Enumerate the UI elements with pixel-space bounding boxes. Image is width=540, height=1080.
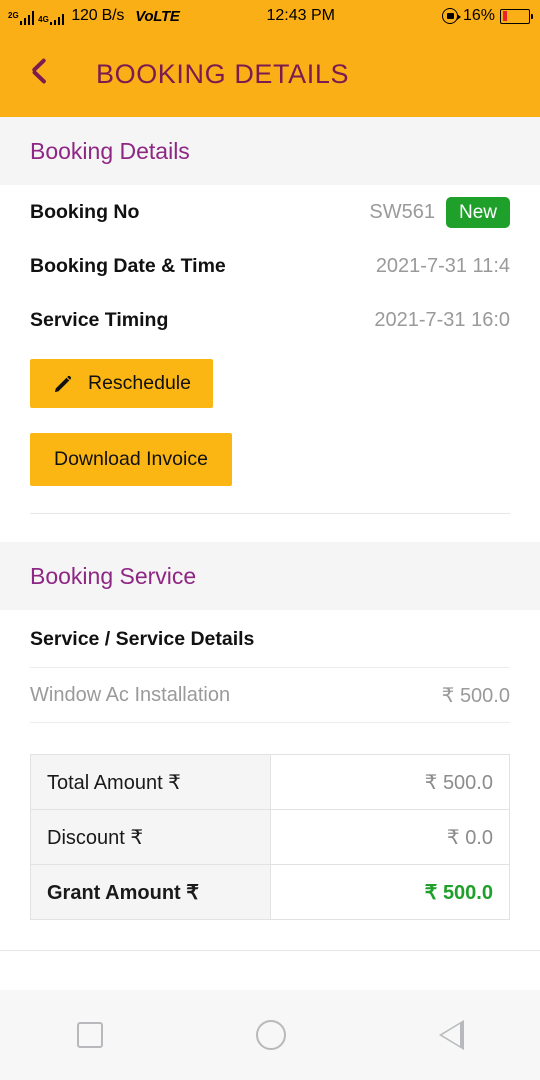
volte-label: VoLTE bbox=[135, 8, 180, 25]
service-timing-value: 2021-7-31 16:0 bbox=[374, 308, 510, 331]
section-title: Booking Details bbox=[30, 137, 190, 164]
section-title: Booking Service bbox=[30, 562, 197, 589]
amount-summary-table: Total Amount ₹ ₹ 500.0 Discount ₹ ₹ 0.0 … bbox=[30, 754, 510, 920]
service-item-name: Window Ac Installation bbox=[30, 683, 231, 706]
status-bar-left: 2G 4G 120 B/s VoLTE bbox=[8, 7, 180, 25]
booking-no-row: Booking No SW561 New bbox=[30, 185, 510, 239]
grant-amount-value: ₹ 500.0 bbox=[270, 864, 510, 920]
service-item-amount: ₹ 500.0 bbox=[441, 684, 510, 707]
table-row: Grant Amount ₹ ₹ 500.0 bbox=[30, 864, 510, 920]
booking-details-section-header: Booking Details bbox=[0, 117, 540, 185]
back-chevron-icon[interactable] bbox=[26, 60, 56, 90]
booking-date-time-row: Booking Date & Time 2021-7-31 11:4 bbox=[30, 239, 510, 293]
booking-details-panel: Booking No SW561 New Booking Date & Time… bbox=[0, 185, 540, 514]
booking-no-label: Booking No bbox=[30, 200, 140, 223]
reschedule-button-label: Reschedule bbox=[88, 372, 191, 394]
download-invoice-button[interactable]: Download Invoice bbox=[30, 433, 232, 486]
network-type-4g-label: 4G bbox=[38, 15, 49, 24]
table-row: Total Amount ₹ ₹ 500.0 bbox=[30, 754, 510, 810]
network-type-2g-label: 2G bbox=[8, 11, 19, 20]
action-buttons: Reschedule Download Invoice bbox=[30, 347, 510, 486]
booking-no-value-group: SW561 New bbox=[369, 196, 510, 228]
pencil-icon bbox=[52, 373, 74, 395]
section-gap bbox=[0, 514, 540, 542]
service-table-header: Service / Service Details bbox=[30, 628, 255, 650]
page-title: BOOKING DETAILS bbox=[96, 59, 350, 89]
signal-2-icon: 4G bbox=[38, 14, 65, 25]
rotation-lock-icon bbox=[441, 8, 461, 24]
discount-label: Discount ₹ bbox=[30, 809, 271, 865]
signal-1-icon: 2G bbox=[8, 10, 35, 25]
network-speed-label: 120 B/s bbox=[71, 7, 125, 24]
app-bar: BOOKING DETAILS bbox=[0, 32, 540, 117]
status-badge: New bbox=[445, 196, 510, 228]
battery-icon bbox=[500, 8, 533, 24]
grant-amount-label: Grant Amount ₹ bbox=[30, 864, 271, 920]
reschedule-button[interactable]: Reschedule bbox=[30, 359, 213, 408]
booking-service-section-header: Booking Service bbox=[0, 542, 540, 610]
status-bar-right: 16% bbox=[441, 7, 533, 25]
total-amount-value: ₹ 500.0 bbox=[270, 754, 510, 810]
service-timing-row: Service Timing 2021-7-31 16:0 bbox=[30, 293, 510, 347]
total-amount-label: Total Amount ₹ bbox=[30, 754, 271, 810]
service-timing-label: Service Timing bbox=[30, 308, 169, 331]
square-recents-icon[interactable] bbox=[76, 1022, 103, 1048]
bottom-divider bbox=[0, 950, 540, 951]
booking-date-time-label: Booking Date & Time bbox=[30, 254, 226, 277]
battery-percent-label: 16% bbox=[462, 7, 495, 24]
status-bar: 2G 4G 120 B/s VoLTE 12:43 PM 16% bbox=[0, 0, 540, 32]
booking-no-value: SW561 bbox=[369, 200, 435, 223]
booking-service-panel: Service / Service Details Window Ac Inst… bbox=[0, 610, 540, 951]
download-invoice-button-label: Download Invoice bbox=[54, 448, 208, 470]
service-item-row: Window Ac Installation ₹ 500.0 bbox=[30, 667, 510, 723]
android-navigation-bar bbox=[0, 990, 540, 1080]
discount-value: ₹ 0.0 bbox=[270, 809, 510, 865]
table-row: Discount ₹ ₹ 0.0 bbox=[30, 809, 510, 865]
circle-home-icon[interactable] bbox=[255, 1020, 286, 1050]
triangle-back-icon[interactable] bbox=[438, 1020, 464, 1050]
booking-date-time-value: 2021-7-31 11:4 bbox=[375, 254, 510, 277]
status-bar-clock: 12:43 PM bbox=[266, 7, 335, 24]
